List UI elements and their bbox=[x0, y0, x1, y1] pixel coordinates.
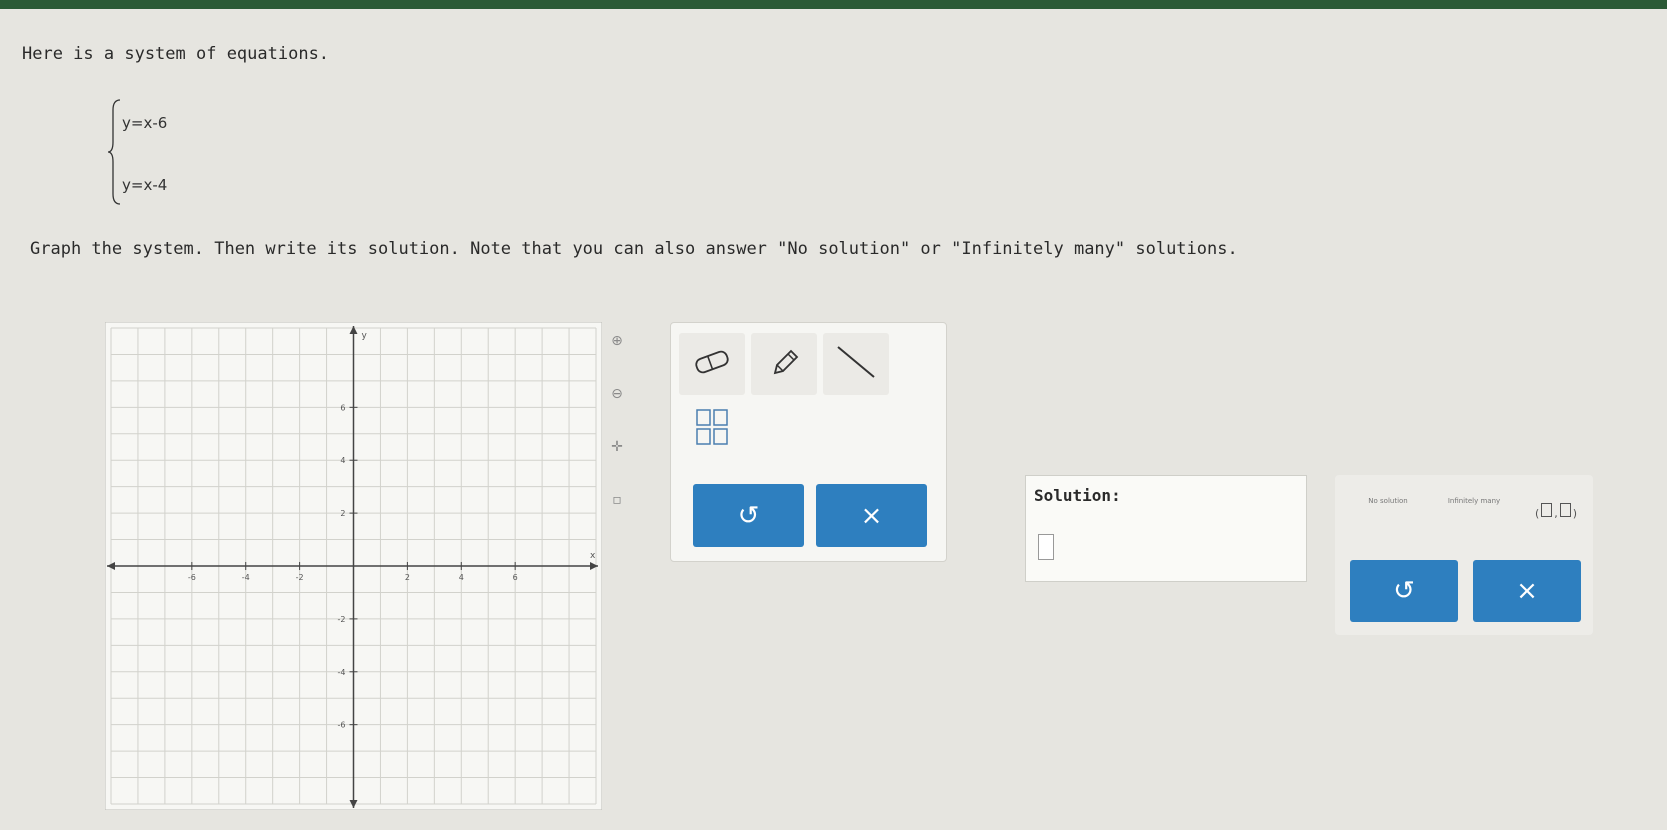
left-brace bbox=[108, 99, 121, 205]
x-axis-label: x bbox=[590, 551, 596, 561]
top-bar bbox=[0, 0, 1667, 9]
zoom-in-icon[interactable]: ⊕ bbox=[604, 328, 630, 354]
reset-view-icon[interactable]: ▫ bbox=[604, 487, 630, 513]
line-segment-icon bbox=[834, 343, 878, 385]
y-tick-label: -2 bbox=[338, 615, 346, 624]
answer-undo-button[interactable]: ↺ bbox=[1350, 560, 1458, 622]
solution-box: Solution: bbox=[1025, 475, 1307, 582]
pencil-tool[interactable] bbox=[751, 333, 817, 395]
instruction-text: Graph the system. Then write its solutio… bbox=[30, 239, 1238, 259]
y-axis-label: y bbox=[362, 331, 368, 341]
y-tick-label: 6 bbox=[340, 403, 345, 412]
x-tick-label: -4 bbox=[242, 573, 250, 582]
x-tick-label: 6 bbox=[513, 573, 518, 582]
graph-clear-button[interactable]: × bbox=[816, 484, 927, 547]
fraction-icon bbox=[695, 408, 729, 450]
solution-input[interactable] bbox=[1038, 534, 1054, 560]
graph-side-icons: ⊕ ⊖ ✛ ▫ bbox=[604, 328, 630, 540]
graph-area[interactable]: -6 -4 -2 2 4 6 6 4 2 -2 -4 -6 x y bbox=[105, 322, 602, 810]
x-tick-label: -6 bbox=[188, 573, 196, 582]
y-tick-label: -6 bbox=[338, 721, 346, 730]
y-tick-label: -4 bbox=[338, 668, 346, 677]
zoom-out-icon[interactable]: ⊖ bbox=[604, 381, 630, 407]
eraser-tool[interactable] bbox=[679, 333, 745, 395]
coordinate-plane[interactable]: -6 -4 -2 2 4 6 6 4 2 -2 -4 -6 x y bbox=[105, 322, 602, 810]
infinitely-many-button[interactable]: Infinitely many bbox=[1439, 497, 1509, 506]
equation-system: y=x-6 y=x-4 bbox=[108, 98, 248, 206]
graph-toolbox: ↺ × bbox=[670, 322, 947, 562]
ordered-pair-icon: (,) bbox=[1535, 502, 1577, 520]
eraser-icon bbox=[692, 350, 732, 378]
graph-undo-button[interactable]: ↺ bbox=[693, 484, 804, 547]
move-icon[interactable]: ✛ bbox=[604, 434, 630, 460]
x-tick-label: 4 bbox=[459, 573, 464, 582]
solution-label: Solution: bbox=[1034, 486, 1121, 505]
pencil-icon bbox=[767, 345, 801, 383]
x-tick-label: 2 bbox=[405, 573, 410, 582]
y-tick-label: 2 bbox=[340, 509, 345, 518]
y-tick-label: 4 bbox=[340, 456, 345, 465]
equation-2: y=x-4 bbox=[122, 176, 168, 194]
line-tool[interactable] bbox=[823, 333, 889, 395]
prompt-text: Here is a system of equations. bbox=[22, 44, 330, 64]
x-tick-label: -2 bbox=[296, 573, 304, 582]
answer-options-panel: No solution Infinitely many (,) ↺ × bbox=[1335, 475, 1593, 635]
no-solution-button[interactable]: No solution bbox=[1353, 497, 1423, 506]
ordered-pair-button[interactable]: (,) bbox=[1530, 502, 1582, 520]
fraction-tool[interactable] bbox=[679, 398, 745, 460]
equation-1: y=x-6 bbox=[122, 114, 168, 132]
answer-clear-button[interactable]: × bbox=[1473, 560, 1581, 622]
